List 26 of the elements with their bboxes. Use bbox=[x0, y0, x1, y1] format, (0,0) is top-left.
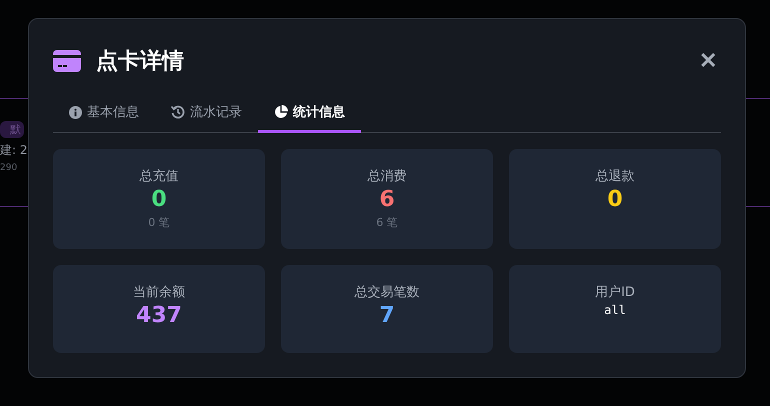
stat-label: 总交易笔数 bbox=[354, 284, 420, 301]
stat-count: 0 笔 bbox=[148, 215, 170, 230]
stat-value: 0 bbox=[151, 186, 167, 214]
close-button[interactable]: ✕ bbox=[695, 48, 721, 74]
stat-value: 7 bbox=[379, 302, 395, 330]
stat-label: 当前余额 bbox=[133, 284, 185, 301]
stat-label: 用户ID bbox=[595, 284, 635, 301]
info-icon bbox=[69, 106, 82, 118]
history-icon bbox=[171, 105, 185, 119]
dialog-title: 点卡详情 bbox=[96, 48, 185, 76]
stat-label: 总退款 bbox=[596, 168, 634, 185]
stat-value: all bbox=[604, 303, 626, 317]
stat-count: 6 笔 bbox=[376, 215, 398, 230]
pie-chart-icon bbox=[274, 105, 288, 119]
stat-label: 总消费 bbox=[368, 168, 406, 185]
stat-value: 6 bbox=[379, 186, 395, 214]
stat-label: 总充值 bbox=[140, 168, 178, 185]
tab[interactable]: 基本信息 bbox=[53, 97, 155, 133]
card-icon bbox=[53, 50, 81, 72]
tag-badge: 默 bbox=[0, 121, 24, 138]
tab[interactable]: 流水记录 bbox=[155, 97, 258, 133]
code-text: 290 bbox=[0, 163, 18, 173]
stat-value: 437 bbox=[136, 302, 182, 330]
stat-value: 0 bbox=[607, 186, 623, 214]
created-text: 建: 2 bbox=[0, 142, 28, 159]
tab[interactable]: 统计信息 bbox=[258, 97, 361, 133]
